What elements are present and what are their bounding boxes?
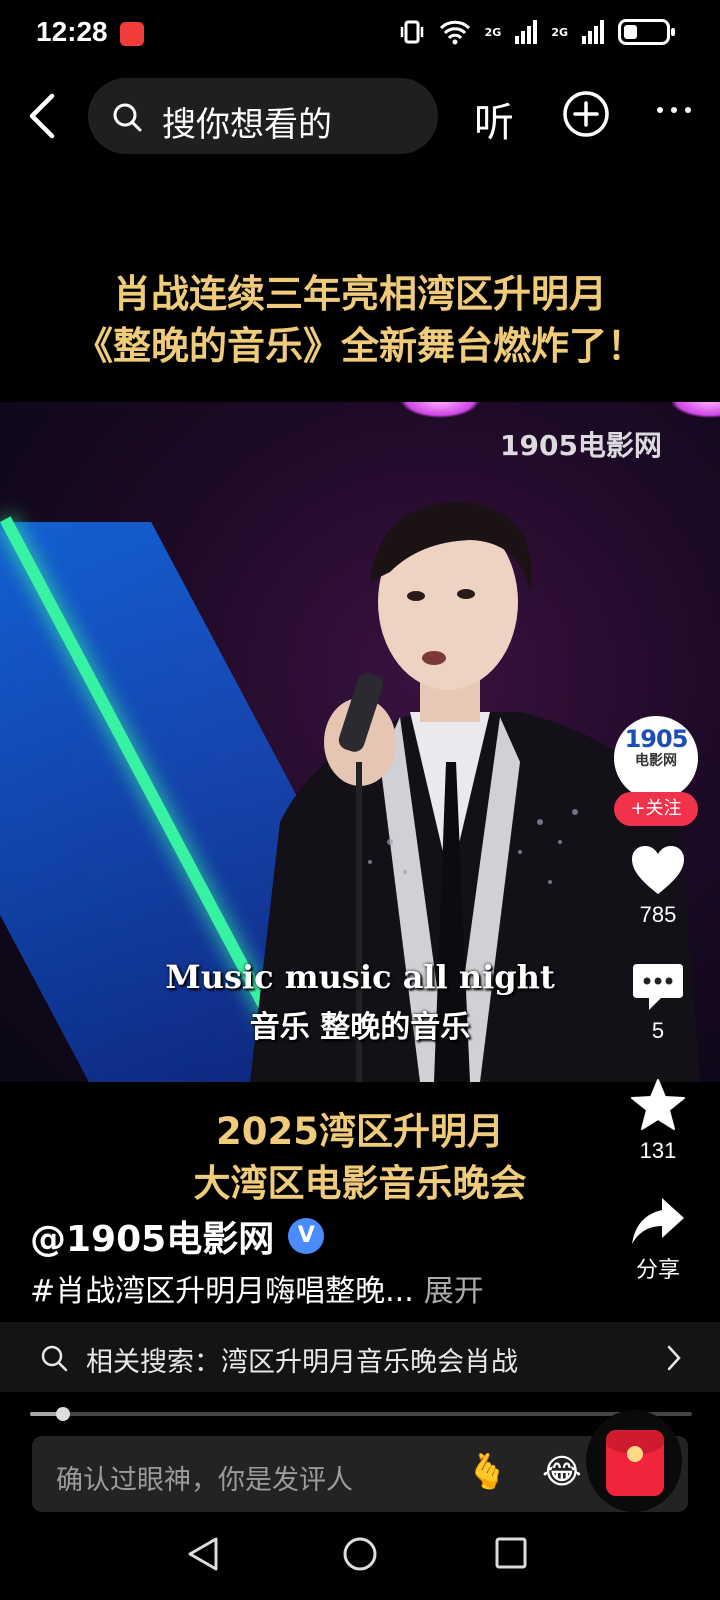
emoji-laugh-icon[interactable]: 😂 bbox=[542, 1452, 582, 1492]
like-button[interactable]: 785 bbox=[608, 844, 708, 928]
headline-line-1: 肖战连续三年亮相湾区升明月 bbox=[112, 272, 607, 316]
search-input[interactable]: 搜你想看的 bbox=[88, 78, 438, 154]
back-icon[interactable] bbox=[18, 88, 74, 144]
nav-recents-icon[interactable] bbox=[494, 1536, 528, 1570]
red-packet-icon bbox=[606, 1430, 664, 1496]
nav-back-icon[interactable] bbox=[186, 1536, 220, 1572]
avatar-text-1: 1905 bbox=[624, 725, 689, 753]
author-name[interactable]: @1905电影网 V bbox=[30, 1210, 325, 1262]
like-count: 785 bbox=[639, 902, 677, 927]
signal-label-1: 2G bbox=[484, 25, 502, 39]
search-icon bbox=[41, 1345, 68, 1372]
add-icon[interactable] bbox=[562, 90, 610, 138]
favorite-button[interactable]: 131 bbox=[608, 1078, 708, 1164]
follow-button[interactable]: +关注 bbox=[614, 792, 698, 826]
notification-app-icon bbox=[120, 22, 144, 46]
headline-line-2: 《整晚的音乐》全新舞台燃炸了！ bbox=[74, 324, 645, 368]
comment-icon bbox=[633, 964, 683, 1010]
signal-icon bbox=[515, 20, 538, 44]
comment-placeholder: 确认过眼神，你是发评人 bbox=[56, 1465, 353, 1496]
nav-home-icon[interactable] bbox=[342, 1536, 378, 1572]
red-packet-button[interactable] bbox=[586, 1410, 682, 1512]
avatar[interactable]: 1905 电影网 bbox=[614, 716, 698, 800]
system-nav-bar bbox=[0, 1512, 720, 1600]
listen-button[interactable]: 听 bbox=[474, 90, 514, 148]
event-line-1: 2025湾区升明月 bbox=[216, 1110, 504, 1153]
related-search-bar[interactable]: 相关搜索：湾区升明月音乐晚会肖战 bbox=[0, 1322, 720, 1392]
event-line-2: 大湾区电影音乐晚会 bbox=[193, 1162, 527, 1205]
vibrate-icon bbox=[400, 20, 423, 44]
stage-light bbox=[400, 402, 480, 418]
video-progress-bar[interactable] bbox=[30, 1407, 692, 1421]
signal-label-2: 2G bbox=[551, 25, 568, 39]
emoji-heart-hand-icon[interactable]: 🫰 bbox=[466, 1452, 508, 1492]
related-search-text: 相关搜索：湾区升明月音乐晚会肖战 bbox=[86, 1347, 518, 1378]
battery-icon bbox=[618, 19, 675, 45]
search-icon bbox=[113, 103, 142, 132]
event-title: 2025湾区升明月 大湾区电影音乐晚会 bbox=[160, 1106, 560, 1210]
status-icons: 2G 2G bbox=[399, 16, 675, 48]
share-label: 分享 bbox=[635, 1257, 680, 1282]
signal-icon bbox=[582, 20, 604, 44]
share-button[interactable]: 分享 bbox=[608, 1196, 708, 1284]
status-time: 12:28 bbox=[36, 16, 108, 47]
search-placeholder: 搜你想看的 bbox=[162, 105, 332, 145]
verified-icon: V bbox=[288, 1218, 325, 1254]
status-bar: 12:28 2G 2G bbox=[0, 0, 720, 70]
favorite-count: 131 bbox=[639, 1138, 677, 1163]
video-headline: 肖战连续三年亮相湾区升明月 《整晚的音乐》全新舞台燃炸了！ bbox=[0, 268, 720, 372]
comment-button[interactable]: 5 bbox=[608, 962, 708, 1044]
video-caption[interactable]: #肖战湾区升明月嗨唱整晚... 展开 bbox=[30, 1266, 484, 1310]
channel-watermark: 1905电影网 bbox=[500, 429, 662, 462]
caption-text: #肖战湾区升明月嗨唱整晚... bbox=[30, 1274, 414, 1309]
progress-handle[interactable] bbox=[56, 1407, 71, 1421]
share-icon bbox=[632, 1198, 684, 1244]
heart-icon bbox=[632, 846, 684, 894]
stage-light bbox=[670, 402, 720, 418]
expand-button[interactable]: 展开 bbox=[424, 1274, 484, 1309]
top-bar: 搜你想看的 听 bbox=[0, 76, 720, 156]
author-handle[interactable]: @1905电影网 bbox=[30, 1210, 274, 1262]
comment-count: 5 bbox=[651, 1018, 665, 1043]
wifi-icon bbox=[439, 20, 470, 45]
more-icon[interactable] bbox=[654, 86, 694, 134]
star-icon bbox=[631, 1079, 685, 1130]
avatar-text-2: 电影网 bbox=[635, 753, 677, 769]
chevron-right-icon bbox=[667, 1345, 681, 1371]
